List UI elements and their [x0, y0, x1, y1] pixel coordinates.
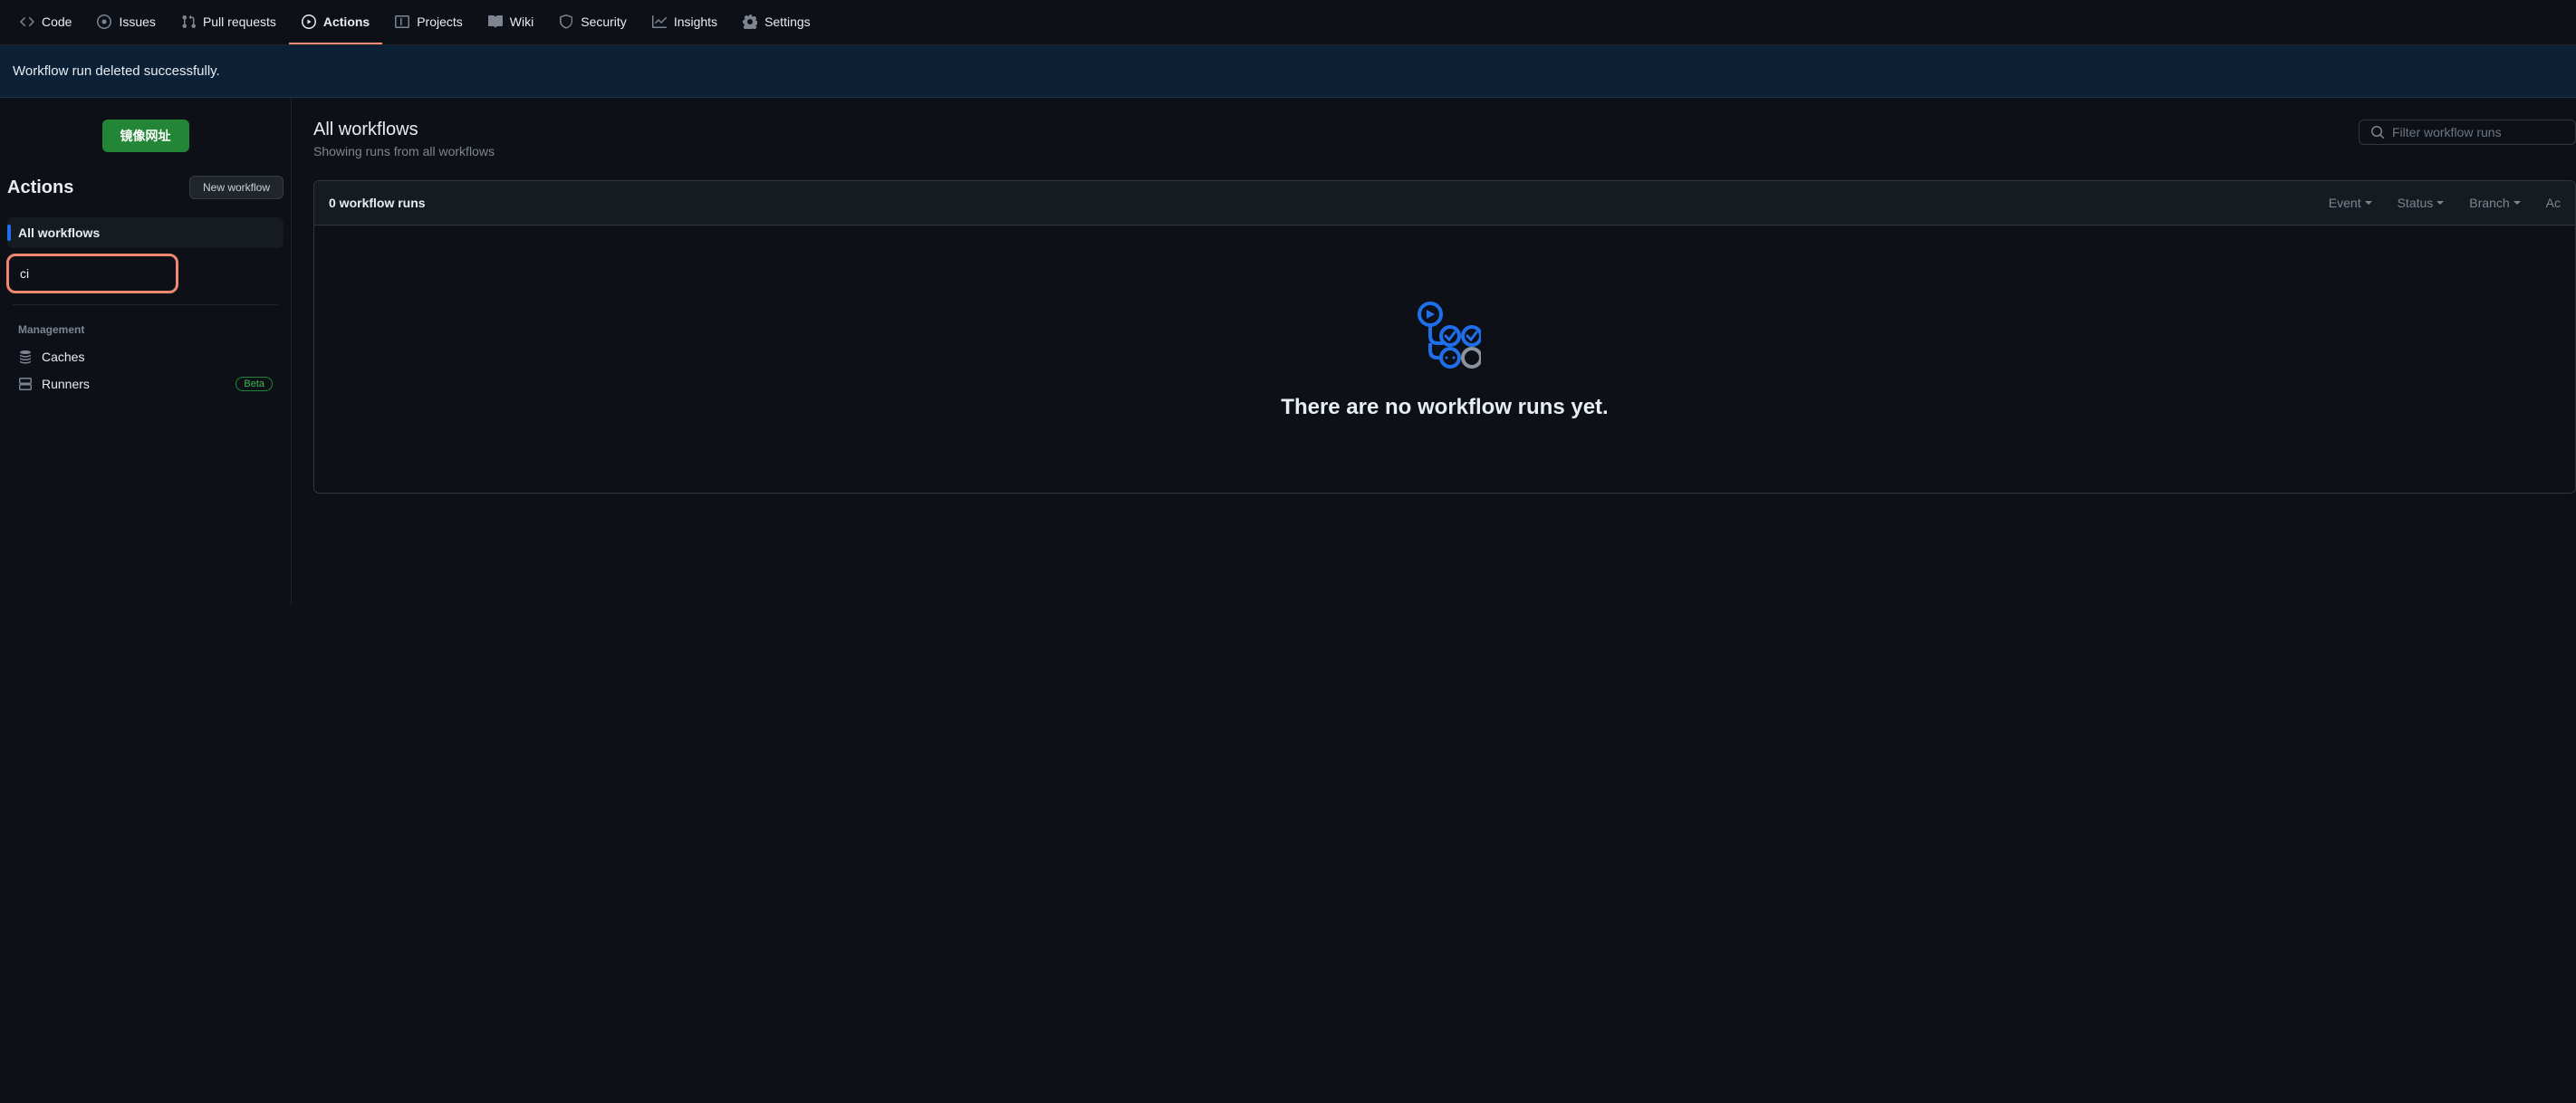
- nav-label: Projects: [417, 14, 463, 29]
- filter-branch[interactable]: Branch: [2469, 196, 2520, 210]
- nav-insights[interactable]: Insights: [639, 0, 730, 44]
- book-icon: [488, 14, 503, 29]
- play-icon: [302, 14, 316, 29]
- nav-label: Actions: [323, 14, 370, 29]
- new-workflow-button[interactable]: New workflow: [189, 176, 284, 199]
- project-icon: [395, 14, 409, 29]
- nav-pull-requests[interactable]: Pull requests: [168, 0, 289, 44]
- beta-badge: Beta: [235, 377, 273, 391]
- nav-label: Settings: [764, 14, 811, 29]
- empty-illustration: [351, 298, 2539, 373]
- main-content: All workflows Showing runs from all work…: [292, 98, 2576, 605]
- nav-wiki[interactable]: Wiki: [476, 0, 546, 44]
- chevron-down-icon: [2365, 201, 2372, 205]
- repo-nav: Code Issues Pull requests Actions Projec…: [0, 0, 2576, 45]
- runs-filters: Event Status Branch Ac: [2329, 196, 2561, 210]
- sidebar: 镜像网址 Actions New workflow All workflows …: [0, 98, 292, 605]
- gear-icon: [743, 14, 757, 29]
- nav-issues[interactable]: Issues: [84, 0, 168, 44]
- search-box[interactable]: [2359, 120, 2576, 145]
- chevron-down-icon: [2437, 201, 2444, 205]
- nav-security[interactable]: Security: [546, 0, 639, 44]
- empty-title: There are no workflow runs yet.: [351, 395, 2539, 420]
- search-input[interactable]: [2392, 125, 2564, 139]
- nav-actions[interactable]: Actions: [289, 0, 382, 44]
- filter-status[interactable]: Status: [2398, 196, 2445, 210]
- page-title: All workflows: [313, 120, 495, 140]
- code-icon: [20, 14, 34, 29]
- nav-label: Insights: [674, 14, 717, 29]
- page-subtitle: Showing runs from all workflows: [313, 144, 495, 158]
- filter-actor[interactable]: Ac: [2546, 196, 2561, 210]
- sidebar-item-caches[interactable]: Caches: [7, 343, 284, 370]
- sidebar-item-all-workflows[interactable]: All workflows: [7, 217, 284, 248]
- flash-message: Workflow run deleted successfully.: [0, 45, 2576, 98]
- database-icon: [18, 350, 33, 364]
- nav-label: Wiki: [510, 14, 533, 29]
- mgmt-label: Caches: [42, 350, 84, 364]
- search-icon: [2370, 125, 2385, 139]
- management-section-label: Management: [7, 316, 284, 343]
- server-icon: [18, 377, 33, 391]
- issue-icon: [97, 14, 111, 29]
- shield-icon: [559, 14, 573, 29]
- nav-projects[interactable]: Projects: [382, 0, 476, 44]
- runs-box: 0 workflow runs Event Status Branch: [313, 180, 2576, 494]
- mgmt-label: Runners: [42, 377, 90, 391]
- divider: [13, 304, 278, 305]
- filter-event[interactable]: Event: [2329, 196, 2372, 210]
- sidebar-item-ci[interactable]: ci: [6, 254, 178, 293]
- empty-state: There are no workflow runs yet.: [314, 225, 2575, 493]
- nav-label: Issues: [119, 14, 155, 29]
- nav-label: Code: [42, 14, 72, 29]
- mirror-url-button[interactable]: 镜像网址: [102, 120, 189, 152]
- nav-label: Security: [581, 14, 627, 29]
- nav-settings[interactable]: Settings: [730, 0, 823, 44]
- nav-code[interactable]: Code: [7, 0, 84, 44]
- workflow-list: All workflows ci: [7, 217, 284, 293]
- nav-label: Pull requests: [203, 14, 276, 29]
- sidebar-item-runners[interactable]: Runners Beta: [7, 370, 284, 398]
- sidebar-title: Actions: [7, 177, 73, 198]
- chevron-down-icon: [2514, 201, 2521, 205]
- runs-header: 0 workflow runs Event Status Branch: [314, 181, 2575, 225]
- runs-count: 0 workflow runs: [329, 196, 426, 210]
- graph-icon: [652, 14, 667, 29]
- pr-icon: [181, 14, 196, 29]
